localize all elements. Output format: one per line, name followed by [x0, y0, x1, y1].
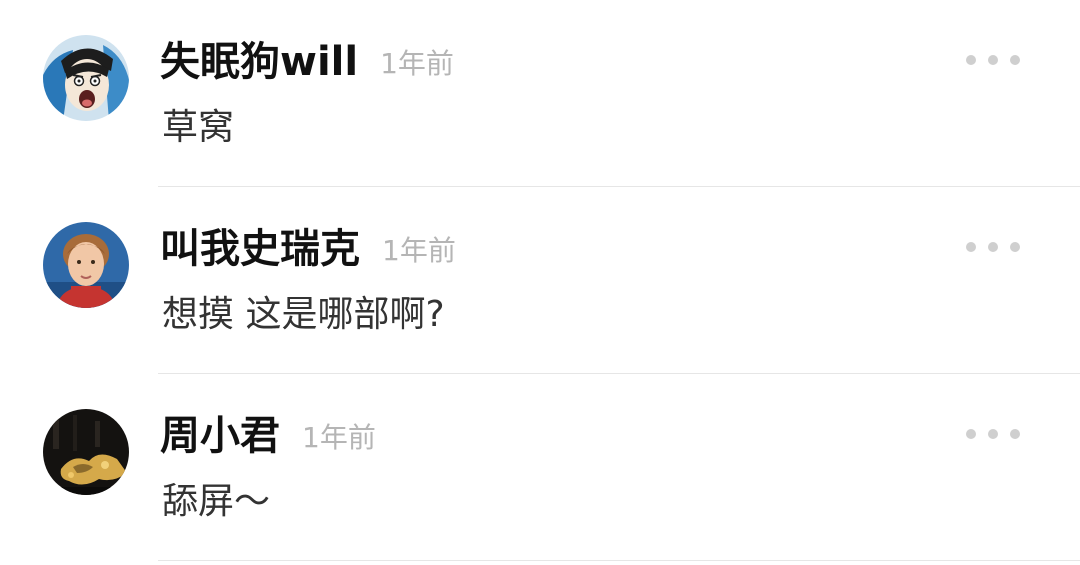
more-dots-icon[interactable]	[966, 239, 1020, 255]
username-line: 周小君 1年前	[160, 412, 376, 462]
dot	[966, 429, 976, 439]
username[interactable]: 失眠狗will	[160, 39, 358, 85]
avatar[interactable]	[43, 409, 129, 495]
username-line: 叫我史瑞克 1年前	[160, 225, 456, 275]
comment-list: 失眠狗will 1年前 草窝 叫我史瑞克 1年前 想摸 这是哪部啊? 周小君 1…	[0, 0, 1080, 565]
timestamp: 1年前	[380, 47, 454, 80]
timestamp: 1年前	[302, 421, 376, 454]
comment-text: 想摸 这是哪部啊?	[162, 294, 445, 335]
divider	[158, 560, 1080, 561]
dot	[1010, 242, 1020, 252]
dark-photo-avatar-image	[43, 409, 129, 495]
comment-item: 失眠狗will 1年前 草窝	[0, 0, 1080, 187]
dot	[988, 55, 998, 65]
username[interactable]: 叫我史瑞克	[160, 226, 360, 272]
more-dots-icon[interactable]	[966, 426, 1020, 442]
avatar[interactable]	[43, 222, 129, 308]
more-dots-icon[interactable]	[966, 52, 1020, 68]
dot	[1010, 55, 1020, 65]
dot	[966, 242, 976, 252]
username-line: 失眠狗will 1年前	[160, 38, 454, 88]
dot	[988, 429, 998, 439]
comment-text: 舔屏～	[162, 481, 271, 522]
timestamp: 1年前	[382, 234, 456, 267]
comment-text: 草窝	[162, 107, 235, 148]
anime-face-avatar-image	[43, 35, 129, 121]
avatar[interactable]	[43, 35, 129, 121]
comment-item: 叫我史瑞克 1年前 想摸 这是哪部啊?	[0, 187, 1080, 374]
comment-item: 周小君 1年前 舔屏～	[0, 374, 1080, 561]
dot	[988, 242, 998, 252]
dot	[1010, 429, 1020, 439]
child-photo-avatar-image	[43, 222, 129, 308]
dot	[966, 55, 976, 65]
username[interactable]: 周小君	[160, 413, 280, 459]
